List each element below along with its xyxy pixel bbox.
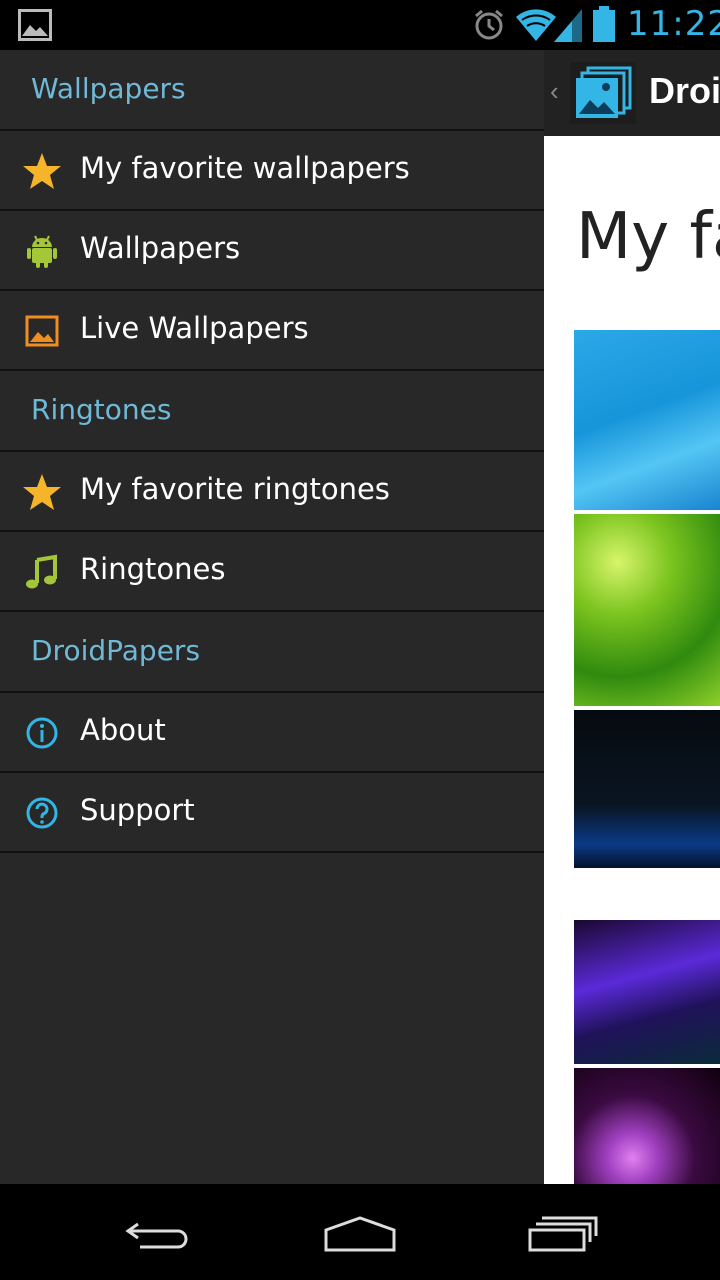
status-time: 11:22 xyxy=(627,4,720,44)
drawer-item-label: Support xyxy=(80,793,195,827)
image-icon xyxy=(25,315,59,347)
action-bar: ‹ Droi xyxy=(544,50,720,136)
drawer-item-ringtones[interactable]: Ringtones xyxy=(0,532,544,612)
navigation-drawer: Wallpapers My favorite wallpapers Wallpa… xyxy=(0,50,544,1184)
drawer-item-about[interactable]: About xyxy=(0,693,544,773)
section-header-wallpapers: Wallpapers xyxy=(0,50,544,131)
system-nav-bar xyxy=(0,1184,720,1280)
screen: 11:22 ‹ Droi My fa Wallpapers xyxy=(0,0,720,1280)
wallpaper-thumbnail[interactable] xyxy=(574,710,720,868)
drawer-item-label: My favorite ringtones xyxy=(80,472,390,506)
wallpaper-thumbnail[interactable] xyxy=(574,514,720,706)
drawer-item-label: My favorite wallpapers xyxy=(80,151,410,185)
drawer-item-live-wallpapers[interactable]: Live Wallpapers xyxy=(0,291,544,371)
star-icon xyxy=(23,153,61,189)
drawer-item-label: About xyxy=(80,713,166,747)
page-title: My fa xyxy=(576,200,720,274)
battery-icon xyxy=(593,6,615,42)
star-icon xyxy=(23,474,61,510)
section-header-droidpapers: DroidPapers xyxy=(0,612,544,693)
drawer-item-wallpapers[interactable]: Wallpapers xyxy=(0,211,544,291)
wifi-icon xyxy=(516,9,556,41)
section-label: Wallpapers xyxy=(31,72,186,105)
section-label: DroidPapers xyxy=(31,634,201,667)
drawer-item-favorite-ringtones[interactable]: My favorite ringtones xyxy=(0,452,544,532)
recent-apps-icon[interactable] xyxy=(522,1212,602,1256)
drawer-item-label: Wallpapers xyxy=(80,231,241,265)
alarm-icon xyxy=(475,9,503,40)
app-logo-icon[interactable] xyxy=(570,62,636,124)
status-bar: 11:22 xyxy=(0,0,720,50)
drawer-item-label: Ringtones xyxy=(80,552,226,586)
section-label: Ringtones xyxy=(31,393,172,426)
info-icon xyxy=(26,717,58,749)
up-caret-icon[interactable]: ‹ xyxy=(550,76,559,107)
section-header-ringtones: Ringtones xyxy=(0,371,544,452)
image-notification-icon xyxy=(18,9,52,41)
music-note-icon xyxy=(26,554,57,589)
drawer-item-label: Live Wallpapers xyxy=(80,311,309,345)
help-icon xyxy=(26,797,58,829)
signal-icon xyxy=(554,9,582,42)
wallpaper-thumbnail[interactable] xyxy=(574,920,720,1064)
android-icon xyxy=(27,235,57,268)
wallpaper-thumbnail[interactable] xyxy=(574,1068,720,1184)
home-icon[interactable] xyxy=(320,1212,400,1256)
main-content: ‹ Droi My fa xyxy=(544,50,720,1184)
app-title: Droi xyxy=(649,70,720,111)
wallpaper-thumbnail[interactable] xyxy=(574,330,720,510)
drawer-item-support[interactable]: Support xyxy=(0,773,544,853)
back-icon[interactable] xyxy=(120,1212,200,1256)
drawer-item-favorite-wallpapers[interactable]: My favorite wallpapers xyxy=(0,131,544,211)
